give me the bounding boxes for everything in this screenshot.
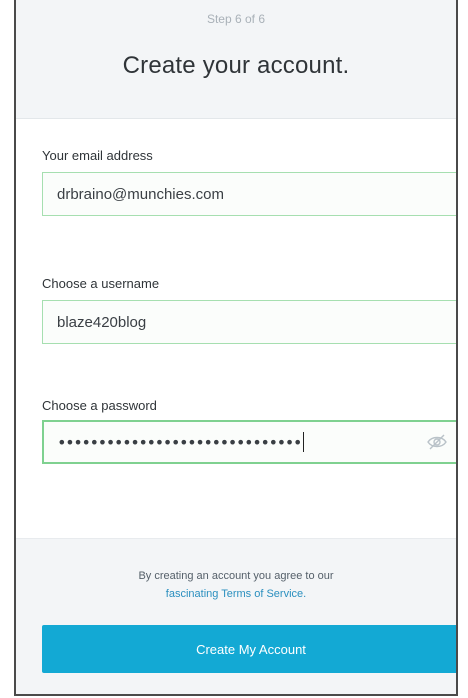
signup-header: Step 6 of 6 Create your account. — [16, 0, 456, 119]
signup-panel: Step 6 of 6 Create your account. Your em… — [14, 0, 458, 696]
email-value: drbraino@munchies.com — [57, 185, 224, 203]
password-value: •••••••••••••••••••••••••••••• — [57, 432, 302, 452]
terms-link[interactable]: fascinating Terms of Service. — [166, 588, 306, 600]
username-value: blaze420blog — [57, 313, 147, 331]
text-caret — [302, 432, 304, 452]
password-label: Choose a password — [42, 398, 157, 413]
step-indicator: Step 6 of 6 — [206, 12, 266, 26]
page-title: Create your account. — [122, 52, 350, 79]
username-field[interactable]: blaze420blog — [42, 300, 456, 344]
signup-footer: By creating an account you agree to our … — [16, 538, 456, 694]
username-label: Choose a username — [42, 276, 160, 291]
create-account-button[interactable]: Create My Account — [42, 625, 456, 673]
eye-slash-icon[interactable] — [426, 432, 448, 452]
terms-notice: By creating an account you agree to our … — [16, 567, 456, 603]
terms-prefix: By creating an account you agree to our — [138, 570, 334, 582]
email-field[interactable]: drbraino@munchies.com — [42, 172, 456, 216]
password-field[interactable]: •••••••••••••••••••••••••••••• — [42, 420, 456, 464]
email-label: Your email address — [42, 148, 153, 163]
